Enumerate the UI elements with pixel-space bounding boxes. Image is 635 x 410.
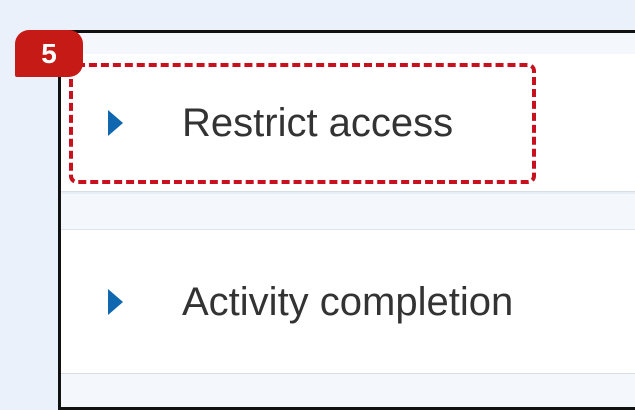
step-number-badge: 5 [15,30,83,77]
section-restrict-access[interactable]: Restrict access [61,54,635,192]
chevron-right-icon[interactable] [108,109,123,136]
section-label[interactable]: Activity completion [182,282,513,322]
chevron-right-icon[interactable] [108,288,123,315]
section-label[interactable]: Restrict access [182,103,453,143]
section-activity-completion[interactable]: Activity completion [61,229,635,374]
settings-panel: Restrict access Activity completion [58,30,635,410]
